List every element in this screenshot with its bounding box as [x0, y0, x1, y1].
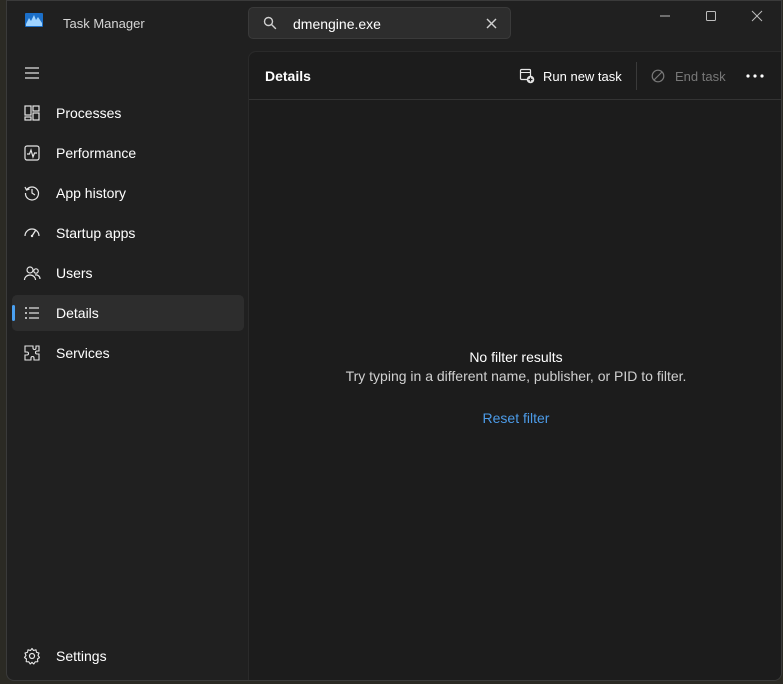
sidebar-item-label: Processes: [56, 105, 122, 121]
end-task-button[interactable]: End task: [651, 62, 726, 90]
sidebar-item-label: Users: [56, 265, 93, 281]
close-button[interactable]: [734, 1, 780, 31]
sidebar-item-processes[interactable]: Processes: [12, 95, 244, 131]
run-new-task-label: Run new task: [543, 68, 622, 84]
performance-icon: [24, 145, 40, 161]
minimize-button[interactable]: [642, 1, 688, 31]
hamburger-menu-icon[interactable]: [23, 64, 41, 82]
sidebar-item-users[interactable]: Users: [12, 255, 244, 291]
startup-apps-icon: [24, 228, 40, 238]
services-icon: [24, 345, 40, 361]
gear-icon: [23, 647, 41, 665]
command-bar: Details Run new task End task: [249, 52, 781, 100]
minimize-icon: [660, 15, 670, 17]
sidebar-item-label: Startup apps: [56, 225, 136, 241]
page-title: Details: [265, 68, 311, 84]
end-task-label: End task: [675, 68, 726, 84]
maximize-icon: [706, 11, 716, 21]
search-box[interactable]: [248, 7, 511, 39]
sidebar-nav: Processes Performance App history Startu…: [12, 95, 244, 375]
app-title: Task Manager: [63, 16, 145, 31]
end-task-icon: [651, 69, 665, 83]
title-bar[interactable]: Task Manager: [7, 1, 781, 47]
sidebar-item-label: Performance: [56, 145, 137, 161]
reset-filter-link[interactable]: Reset filter: [249, 410, 781, 426]
sidebar-item-services[interactable]: Services: [12, 335, 244, 371]
details-icon: [25, 307, 39, 319]
run-new-task-button[interactable]: Run new task: [519, 62, 622, 90]
maximize-button[interactable]: [688, 1, 734, 31]
sidebar-item-details[interactable]: Details: [12, 295, 244, 331]
close-icon: [751, 10, 763, 22]
clear-search-icon[interactable]: [485, 17, 498, 30]
empty-state-subtitle: Try typing in a different name, publishe…: [345, 368, 687, 384]
processes-icon: [24, 105, 40, 121]
sidebar-item-startup-apps[interactable]: Startup apps: [12, 215, 244, 251]
sidebar-item-label: App history: [56, 185, 127, 201]
app-history-icon: [24, 186, 40, 201]
sidebar-item-label: Details: [56, 305, 99, 321]
settings-label: Settings: [56, 648, 107, 664]
toolbar-divider: [636, 62, 637, 90]
sidebar-item-performance[interactable]: Performance: [12, 135, 244, 171]
task-manager-app-icon: [25, 13, 43, 27]
more-options-icon[interactable]: [742, 66, 768, 86]
run-new-task-icon: [519, 68, 535, 84]
sidebar-item-settings[interactable]: Settings: [12, 638, 244, 674]
task-manager-window: Task Manager dmengine.exe Processes Perf…: [6, 0, 782, 681]
sidebar-item-app-history[interactable]: App history: [12, 175, 244, 211]
users-icon: [23, 266, 41, 281]
search-icon: [263, 16, 277, 30]
search-input[interactable]: [293, 14, 473, 34]
empty-state-title: No filter results: [469, 349, 563, 365]
main-panel: Details Run new task End task No filter …: [248, 51, 781, 680]
sidebar-item-label: Services: [56, 345, 110, 361]
